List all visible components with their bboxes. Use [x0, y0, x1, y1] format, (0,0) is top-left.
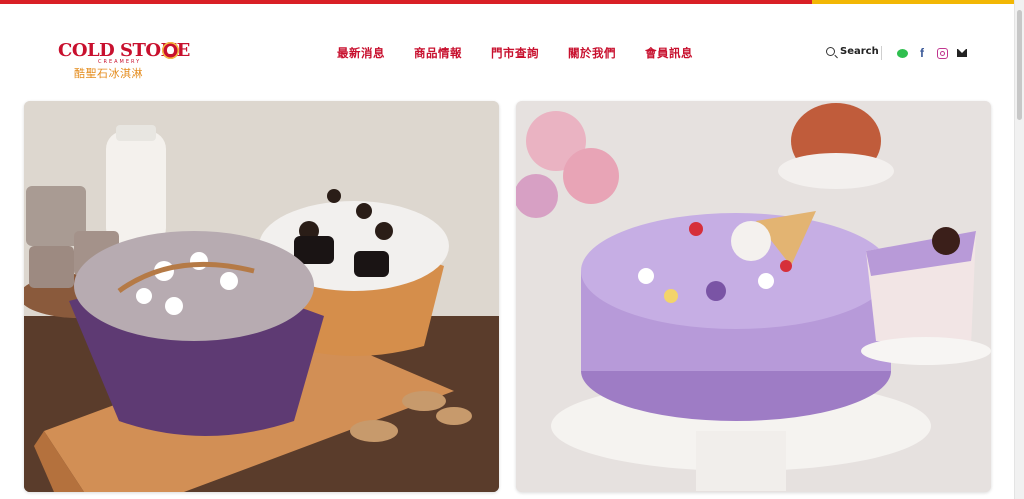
instagram-icon: [936, 47, 948, 59]
facebook-icon: f: [920, 46, 924, 60]
nav-item-stores[interactable]: 門市查詢: [491, 45, 539, 61]
mail-icon: [957, 49, 967, 57]
search-icon: [826, 47, 835, 56]
main-nav: 最新消息 商品情報 門市查詢 關於我們 會員訊息: [337, 45, 693, 61]
nav-item-products[interactable]: 商品情報: [414, 45, 462, 61]
taro-cake-image: [516, 101, 991, 492]
header-divider: [881, 46, 882, 60]
logo-emblem-icon: [162, 42, 179, 59]
line-link[interactable]: [896, 47, 908, 59]
cold-stone-logo[interactable]: COLD STONE CREAMERY 酷聖石冰淇淋: [58, 40, 190, 84]
feature-card-taro-waffle-bowl[interactable]: [24, 101, 499, 492]
nav-item-members[interactable]: 會員訊息: [645, 45, 693, 61]
site-header: COLD STONE CREAMERY 酷聖石冰淇淋 最新消息 商品情報 門市查…: [0, 4, 1015, 100]
nav-item-about[interactable]: 關於我們: [568, 45, 616, 61]
feature-card-taro-cake[interactable]: [516, 101, 991, 492]
search-label: Search: [840, 46, 879, 57]
page-scrollbar[interactable]: [1014, 0, 1024, 499]
facebook-link[interactable]: f: [916, 47, 928, 59]
social-links: f: [896, 47, 968, 59]
nav-item-news[interactable]: 最新消息: [337, 45, 385, 61]
taro-waffle-bowl-image: [24, 101, 499, 492]
feature-cards: [24, 101, 991, 492]
scrollbar-thumb[interactable]: [1017, 10, 1022, 120]
logo-chinese-name: 酷聖石冰淇淋: [74, 67, 143, 80]
instagram-link[interactable]: [936, 47, 948, 59]
search-button[interactable]: Search: [826, 46, 879, 57]
mail-link[interactable]: [956, 47, 968, 59]
line-icon: [896, 48, 908, 58]
